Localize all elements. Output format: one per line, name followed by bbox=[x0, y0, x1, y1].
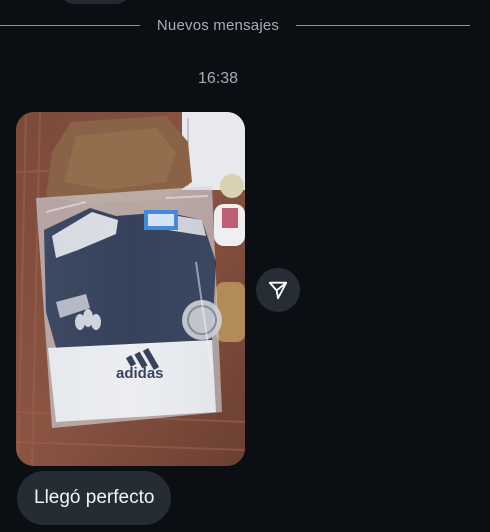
previous-message-bubble[interactable] bbox=[60, 0, 130, 4]
divider-line-right bbox=[296, 25, 470, 26]
photo-message[interactable]: adidas bbox=[16, 112, 245, 466]
message-timestamp: 16:38 bbox=[197, 70, 239, 87]
chat-screen: Nuevos mensajes 16:38 adidas Llegó perfe… bbox=[0, 0, 490, 532]
message-text: Llegó perfecto bbox=[34, 487, 155, 508]
new-messages-label: Nuevos mensajes bbox=[156, 17, 280, 34]
paper-plane-icon bbox=[268, 281, 288, 300]
new-messages-divider: Nuevos mensajes bbox=[0, 16, 490, 36]
package-photo: adidas bbox=[16, 112, 245, 466]
share-button[interactable] bbox=[256, 268, 300, 312]
divider-line-left bbox=[0, 25, 140, 26]
text-message-bubble[interactable]: Llegó perfecto bbox=[17, 471, 172, 525]
